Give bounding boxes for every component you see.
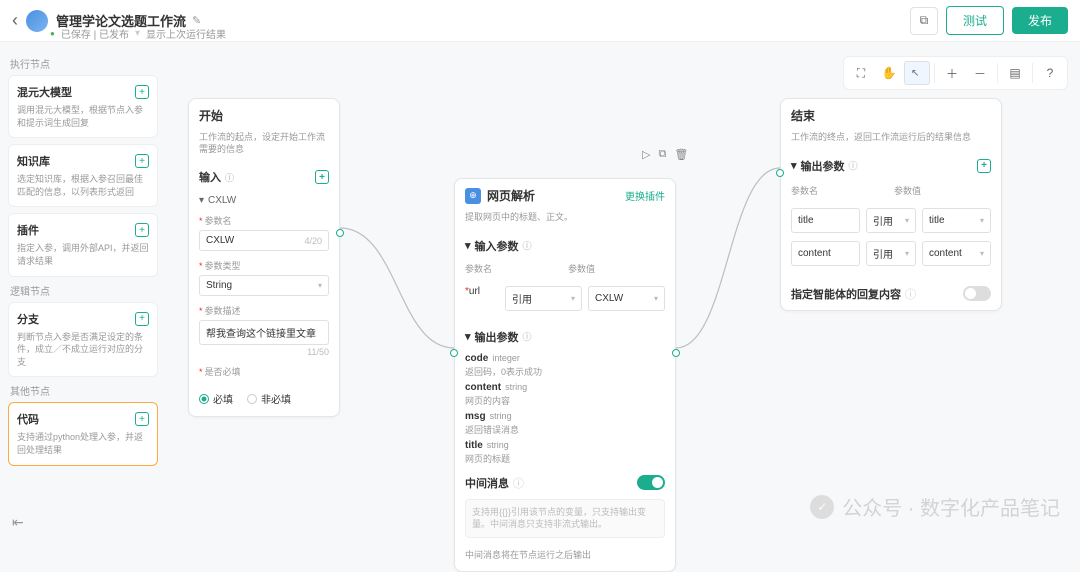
param-type-select[interactable]: String▾ <box>199 275 329 296</box>
output-port[interactable] <box>672 349 680 357</box>
zoom-out-icon[interactable]: － <box>967 61 993 85</box>
node-actions: ▷ ⧉ 🗑 <box>642 148 688 161</box>
zoom-in-icon[interactable]: ＋ <box>939 61 965 85</box>
output-param: titlestring网页的标题 <box>455 438 675 467</box>
run-icon[interactable]: ▷ <box>642 148 650 161</box>
add-icon[interactable]: + <box>135 223 149 237</box>
param-group[interactable]: ▾CXLW <box>189 191 339 210</box>
out-ref-select[interactable]: 引用▾ <box>866 208 916 233</box>
node-title: 结束 <box>781 99 1001 132</box>
publish-button[interactable]: 发布 <box>1012 7 1068 34</box>
palette-code[interactable]: 代码+支持通过python处理入参，并返回处理结果 <box>8 402 158 465</box>
node-palette: 执行节点 混元大模型+调用混元大模型，根据节点入参和提示词生成回复 知识库+选定… <box>8 50 158 472</box>
mid-message-toggle[interactable] <box>637 475 665 490</box>
node-subtitle: 工作流的终点，返回工作流运行后的结果信息 <box>781 132 1001 152</box>
test-button[interactable]: 测试 <box>946 6 1004 35</box>
param-name-input[interactable]: CXLW4/20 <box>199 230 329 251</box>
workflow-canvas[interactable]: ⛶ ✋ ↖ ＋ － ▤ ? ▷ ⧉ 🗑 开始 工作流的起点，设定开始工作流需要的… <box>168 48 1080 531</box>
output-param: msgstring返回错误消息 <box>455 409 675 438</box>
collapse-sidebar-icon[interactable]: ⇤ <box>8 510 28 535</box>
add-icon[interactable]: + <box>135 312 149 326</box>
param-desc-input[interactable]: 帮我查询这个链接里文章 <box>199 320 329 345</box>
section-other: 其他节点 <box>10 383 158 398</box>
web-icon: ⊕ <box>465 188 481 204</box>
mid-message-input[interactable]: 支持用{{}}引用该节点的变量，只支持输出变量。中间消息只支持非流式输出。 <box>465 499 665 538</box>
url-val-select[interactable]: CXLW▾ <box>588 286 665 311</box>
node-subtitle: 提取网页中的标题、正文。 <box>455 212 675 232</box>
node-web-parse[interactable]: ⊕网页解析更换插件 提取网页中的标题、正文。 ▾输入参数ⓘ 参数名参数值 *ur… <box>454 178 676 572</box>
output-param: contentstring网页的内容 <box>455 380 675 409</box>
out-val-select[interactable]: title▾ <box>922 208 991 233</box>
delete-icon[interactable]: 🗑 <box>674 148 688 161</box>
input-section: 输入参数 <box>475 238 519 254</box>
help-icon[interactable]: ? <box>1037 61 1063 85</box>
canvas-toolbar: ⛶ ✋ ↖ ＋ － ▤ ? <box>843 56 1068 90</box>
out-ref-select[interactable]: 引用▾ <box>866 241 916 266</box>
pan-icon[interactable]: ✋ <box>876 61 902 85</box>
section-logic: 逻辑节点 <box>10 283 158 298</box>
copy-node-icon[interactable]: ⧉ <box>658 148 666 161</box>
required-radio[interactable]: 必填非必填 <box>189 385 339 416</box>
palette-plugin[interactable]: 插件+指定入参，调用外部API，并返回请求结果 <box>8 213 158 276</box>
palette-branch[interactable]: 分支+判断节点入参是否满足设定的条件，成立／不成立运行对应的分支 <box>8 302 158 378</box>
swap-plugin-link[interactable]: 更换插件 <box>625 188 665 203</box>
node-end[interactable]: 结束 工作流的终点，返回工作流运行后的结果信息 ▾输出参数ⓘ+ 参数名参数值 t… <box>780 98 1002 311</box>
out-name-input[interactable]: content <box>791 241 860 266</box>
palette-llm[interactable]: 混元大模型+调用混元大模型，根据节点入参和提示词生成回复 <box>8 75 158 138</box>
input-port[interactable] <box>450 349 458 357</box>
copy-icon[interactable]: ⧉ <box>910 7 938 35</box>
fullscreen-icon[interactable]: ⛶ <box>848 61 874 85</box>
agent-reply-label: 指定智能体的回复内容 <box>791 286 901 302</box>
cursor-icon[interactable]: ↖ <box>904 61 930 85</box>
layout-icon[interactable]: ▤ <box>1002 61 1028 85</box>
node-start[interactable]: 开始 工作流的起点，设定开始工作流需要的信息 输入ⓘ+ ▾CXLW *参数名CX… <box>188 98 340 417</box>
output-section: 输出参数 <box>801 158 845 174</box>
add-icon[interactable]: + <box>135 154 149 168</box>
output-param: codeinteger返回码，0表示成功 <box>455 351 675 380</box>
output-port[interactable] <box>336 229 344 237</box>
app-logo <box>26 10 48 32</box>
mid-message-label: 中间消息 <box>465 475 509 491</box>
output-section: 输出参数 <box>475 329 519 345</box>
url-ref-select[interactable]: 引用▾ <box>505 286 582 311</box>
watermark: ✓公众号 · 数字化产品笔记 <box>810 492 1060 521</box>
node-subtitle: 工作流的起点，设定开始工作流需要的信息 <box>189 132 339 163</box>
agent-reply-toggle[interactable] <box>963 286 991 301</box>
add-icon[interactable]: + <box>135 412 149 426</box>
add-icon[interactable]: + <box>135 85 149 99</box>
node-title: 网页解析 <box>487 187 535 204</box>
mid-message-note: 中间消息将在节点运行之后输出 <box>455 544 675 571</box>
status-line: ●已保存 | 已发布 ▾显示上次运行结果 <box>50 26 226 41</box>
section-exec: 执行节点 <box>10 56 158 71</box>
palette-kb[interactable]: 知识库+选定知识库，根据入参召回最佳匹配的信息，以列表形式返回 <box>8 144 158 207</box>
add-param-icon[interactable]: + <box>315 170 329 184</box>
out-val-select[interactable]: content▾ <box>922 241 991 266</box>
input-port[interactable] <box>776 169 784 177</box>
out-name-input[interactable]: title <box>791 208 860 233</box>
back-button[interactable]: ‹ <box>12 10 18 31</box>
add-output-icon[interactable]: + <box>977 159 991 173</box>
node-title: 开始 <box>189 99 339 132</box>
input-section: 输入 <box>199 169 221 185</box>
